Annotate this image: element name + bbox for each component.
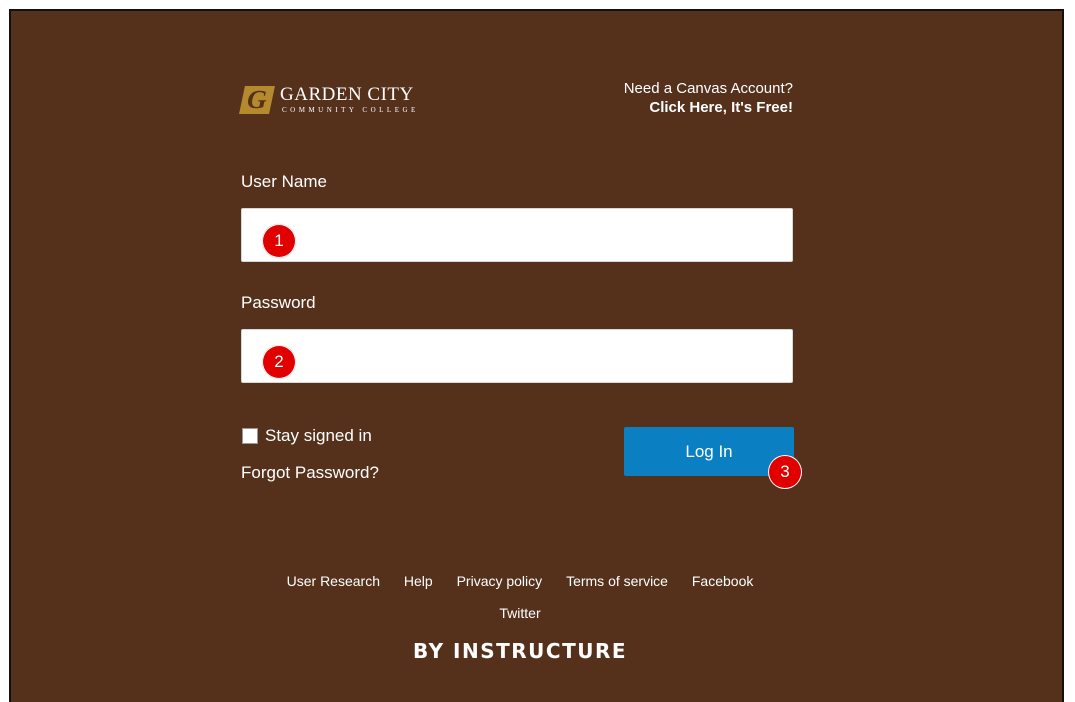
username-field[interactable] <box>241 208 793 262</box>
password-label: Password <box>241 293 316 312</box>
annotation-badge-1: 1 <box>262 224 296 258</box>
instructure-brand: BY INSTRUCTURE <box>412 639 628 663</box>
stay-signed-in-label: Stay signed in <box>265 426 372 445</box>
annotation-badge-2: 2 <box>262 345 296 379</box>
forgot-password-link[interactable]: Forgot Password? <box>241 463 379 483</box>
annotation-badge-3: 3 <box>768 455 802 489</box>
password-field[interactable] <box>241 329 793 383</box>
signup-prompt: Need a Canvas Account? Click Here, It's … <box>624 79 793 117</box>
footer-link-user-research[interactable]: User Research <box>287 573 380 589</box>
username-label: User Name <box>241 172 327 191</box>
logo-name: GARDEN CITY <box>280 84 414 105</box>
footer-link-privacy-policy[interactable]: Privacy policy <box>457 573 543 589</box>
signup-prompt-text: Need a Canvas Account? <box>623 80 793 97</box>
stay-signed-in[interactable]: Stay signed in <box>242 426 372 446</box>
garden-city-logo: G GARDEN CITY COMMUNITY COLLEGE <box>239 84 462 120</box>
footer-link-terms-of-service[interactable]: Terms of service <box>566 573 668 589</box>
footer-link-help[interactable]: Help <box>404 573 433 589</box>
stay-signed-in-checkbox[interactable] <box>242 428 258 444</box>
signup-link[interactable]: Click Here, It's Free! <box>624 98 793 117</box>
footer-links: User Research Help Privacy policy Terms … <box>240 565 800 629</box>
logo-mark-icon: G <box>239 85 275 114</box>
footer-link-twitter[interactable]: Twitter <box>499 605 540 621</box>
footer-link-facebook[interactable]: Facebook <box>692 573 753 589</box>
logo-subtitle: COMMUNITY COLLEGE <box>282 106 419 114</box>
